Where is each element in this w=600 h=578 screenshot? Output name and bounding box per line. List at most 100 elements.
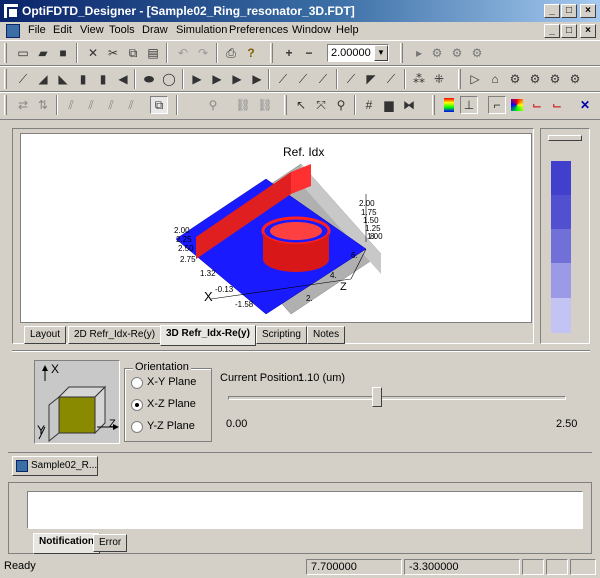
sbend-2-icon[interactable]: ⟋ xyxy=(294,70,312,88)
scale-grip[interactable] xyxy=(548,135,582,141)
menu-edit[interactable]: Edit xyxy=(53,24,72,36)
toolbar-grip[interactable] xyxy=(4,43,7,63)
notification-text-area[interactable] xyxy=(27,491,583,529)
lattice-icon[interactable]: ⁂ xyxy=(410,70,428,88)
radio-xy-plane[interactable] xyxy=(131,377,143,389)
align-right-icon[interactable]: ⫽ xyxy=(102,96,120,114)
wedge-icon[interactable]: ▶ xyxy=(188,70,206,88)
detector-icon[interactable]: ⚙ xyxy=(546,70,564,88)
prism-icon[interactable]: ▶ xyxy=(248,70,266,88)
position-slider-thumb[interactable] xyxy=(371,387,382,407)
grid-icon[interactable]: # xyxy=(360,96,378,114)
copy-icon[interactable]: ⧉ xyxy=(124,44,142,62)
menu-help[interactable]: Help xyxy=(336,24,359,36)
paste-icon[interactable]: ▤ xyxy=(144,44,162,62)
radio-xz-plane[interactable] xyxy=(131,399,143,411)
minimize-button[interactable]: _ xyxy=(544,4,560,18)
graph-y-icon[interactable]: ⌙ xyxy=(548,96,566,114)
print-icon[interactable]: ⎙ xyxy=(222,44,240,62)
lens-icon[interactable]: ▶ xyxy=(208,70,226,88)
step-icon[interactable]: ⚙ xyxy=(428,44,446,62)
arc-waveguide-icon[interactable]: ◣ xyxy=(54,70,72,88)
toolbar-grip[interactable] xyxy=(4,69,7,89)
probe-icon[interactable]: ⚙ xyxy=(566,70,584,88)
tab-notes[interactable]: Notes xyxy=(307,326,346,344)
doc-tab[interactable]: Sample02_R... xyxy=(12,456,98,476)
analyze-icon[interactable]: ⚙ xyxy=(468,44,486,62)
label-yz-plane[interactable]: Y-Z Plane xyxy=(147,420,195,432)
menu-preferences[interactable]: Preferences xyxy=(229,24,288,36)
menu-simulation[interactable]: Simulation xyxy=(176,24,227,36)
mesh-icon[interactable]: ✕ xyxy=(576,96,594,114)
toolbar-grip[interactable] xyxy=(432,95,435,115)
toolbar-grip[interactable] xyxy=(400,43,403,63)
position-slider-track[interactable] xyxy=(228,396,566,400)
menu-draw[interactable]: Draw xyxy=(142,24,168,36)
distribute-icon[interactable]: ⫽ xyxy=(122,96,140,114)
tab-2d-refr-idx[interactable]: 2D Refr_Idx-Re(y) xyxy=(68,326,162,344)
snap-icon[interactable]: ⧉ xyxy=(150,96,168,114)
redo-icon[interactable]: ↷ xyxy=(194,44,212,62)
select-arrow-icon[interactable]: ↖ xyxy=(292,96,310,114)
input-plane-icon[interactable]: ▷ xyxy=(466,70,484,88)
axes-icon[interactable]: ⊥ xyxy=(460,96,478,114)
delete-icon[interactable]: ✕ xyxy=(84,44,102,62)
label-xy-plane[interactable]: X-Y Plane xyxy=(147,376,196,388)
graph-x-icon[interactable]: ⌙ xyxy=(528,96,546,114)
toolbar-grip[interactable] xyxy=(284,95,287,115)
menu-file[interactable]: File xyxy=(28,24,46,36)
lattice-2-icon[interactable]: ⁜ xyxy=(430,70,448,88)
undo-icon[interactable]: ↶ xyxy=(174,44,192,62)
linear-waveguide-icon[interactable]: ⟋ xyxy=(14,70,32,88)
observation-icon[interactable]: ⌂ xyxy=(486,70,504,88)
doc-close-button[interactable]: × xyxy=(580,24,596,38)
tab-layout[interactable]: Layout xyxy=(24,326,67,344)
menu-view[interactable]: View xyxy=(80,24,104,36)
run-icon[interactable]: ▸ xyxy=(410,44,428,62)
unlink-icon[interactable]: ⛓ xyxy=(256,96,274,114)
tapered-waveguide-icon[interactable]: ◢ xyxy=(34,70,52,88)
align-center-icon[interactable]: ⫽ xyxy=(82,96,100,114)
curve-icon[interactable]: ⟋ xyxy=(314,70,332,88)
doc-minimize-button[interactable]: _ xyxy=(544,24,560,38)
chevron-down-icon[interactable]: ▼ xyxy=(374,45,388,61)
ellipse-icon[interactable]: ⬬ xyxy=(140,70,158,88)
arc-waveguide-2-icon[interactable]: ⟋ xyxy=(274,70,292,88)
zoom-region-icon[interactable]: ⤧ xyxy=(312,96,330,114)
tab-error[interactable]: Error xyxy=(93,534,128,552)
menu-window[interactable]: Window xyxy=(292,24,331,36)
block-icon[interactable]: ▮ xyxy=(94,70,112,88)
flip-horizontal-icon[interactable]: ⇄ xyxy=(14,96,32,114)
flip-vertical-icon[interactable]: ⇅ xyxy=(34,96,52,114)
help-icon[interactable]: ? xyxy=(242,44,260,62)
open-folder-icon[interactable]: ▰ xyxy=(34,44,52,62)
ring-icon[interactable]: ◯ xyxy=(160,70,178,88)
close-button[interactable]: × xyxy=(580,4,596,18)
magnifier-icon[interactable]: ⚲ xyxy=(332,96,350,114)
sbend-waveguide-icon[interactable]: ▮ xyxy=(74,70,92,88)
tab-notification[interactable]: Notification xyxy=(33,533,100,554)
toolbar-grip[interactable] xyxy=(4,95,7,115)
taper-icon[interactable]: ◀ xyxy=(114,70,132,88)
simulate-icon[interactable]: ⚙ xyxy=(448,44,466,62)
vertex-icon[interactable]: ⚲ xyxy=(204,96,222,114)
maximize-button[interactable]: □ xyxy=(561,4,577,18)
new-file-icon[interactable]: ▭ xyxy=(14,44,32,62)
label-xz-plane[interactable]: X-Z Plane xyxy=(147,398,196,410)
color-map-icon[interactable] xyxy=(440,96,458,114)
menu-tools[interactable]: Tools xyxy=(109,24,135,36)
cut-icon[interactable]: ✂ xyxy=(104,44,122,62)
splitter-icon[interactable]: ◤ xyxy=(362,70,380,88)
link-icon[interactable]: ⛓ xyxy=(234,96,252,114)
vector-icon[interactable]: ⌐ xyxy=(488,96,506,114)
zoom-combo[interactable]: 2.00000 ▼ xyxy=(327,44,389,62)
toolbar-grip[interactable] xyxy=(270,43,273,63)
plot-canvas[interactable]: Ref. Idx X Z 2.00 1.75 1.50 1.25 1.00 2.… xyxy=(20,133,532,323)
zoom-in-icon[interactable]: + xyxy=(280,44,298,62)
palette-icon[interactable] xyxy=(508,96,526,114)
polygon-icon[interactable]: ▶ xyxy=(228,70,246,88)
document-icon[interactable] xyxy=(6,24,20,38)
radio-yz-plane[interactable] xyxy=(131,421,143,433)
record-icon[interactable]: ⧓ xyxy=(400,96,418,114)
observation-line-icon[interactable]: ⚙ xyxy=(526,70,544,88)
